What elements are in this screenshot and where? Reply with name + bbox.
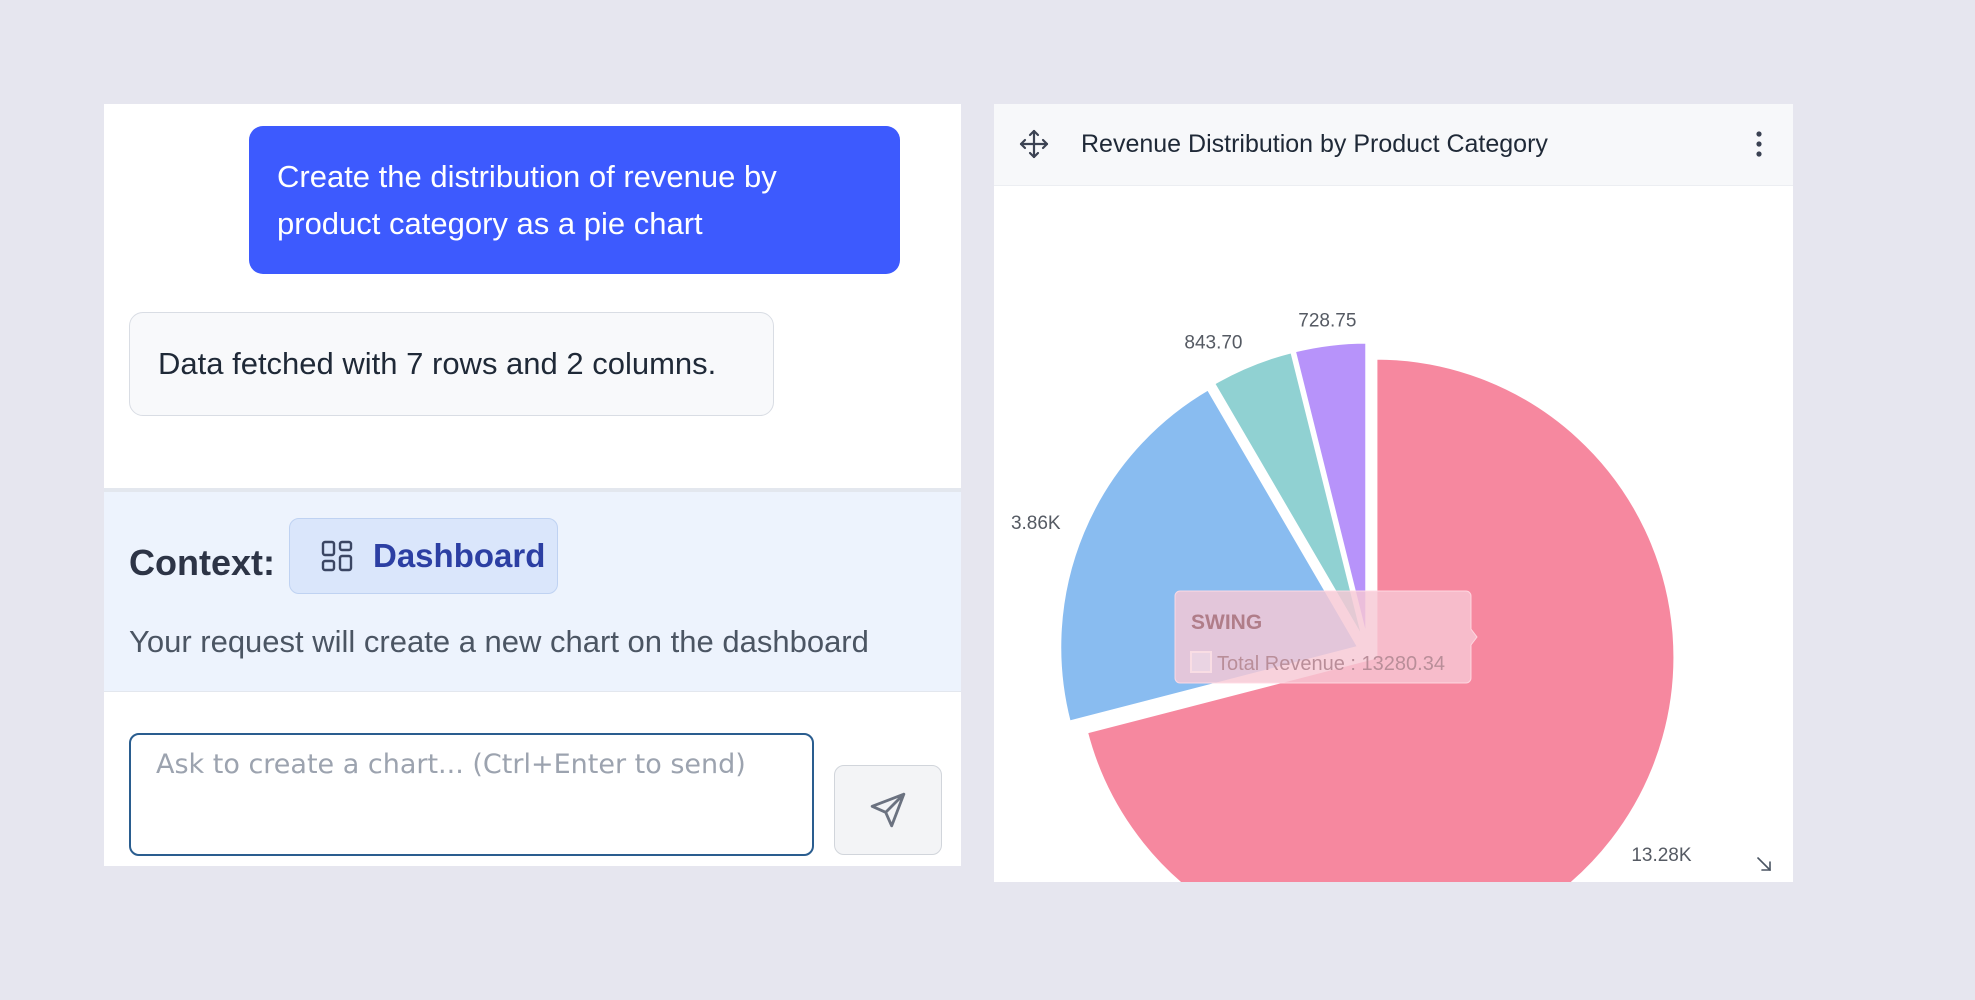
user-message: Create the distribution of revenue by pr… (249, 126, 900, 274)
tooltip-value: Total Revenue : 13280.34 (1217, 653, 1445, 675)
chart-tooltip: SWING Total Revenue : 13280.34 (1174, 590, 1478, 684)
dashboard-icon (321, 540, 353, 572)
chart-title: Revenue Distribution by Product Category (1081, 130, 1548, 158)
resize-icon[interactable] (1756, 856, 1772, 872)
context-label: Context: (129, 542, 275, 583)
pie-data-label-0: 13.28K (1631, 845, 1692, 866)
pie-data-label-3: 728.75 (1298, 310, 1356, 331)
kebab-menu-icon[interactable] (1749, 124, 1769, 164)
chat-panel: Create the distribution of revenue by pr… (104, 104, 961, 866)
tooltip-category: SWING (1191, 611, 1262, 634)
pie-chart: 13.28K 3.86K 843.70 728.75 SWING Total Revenu… (1011, 310, 1692, 882)
chat-input[interactable] (129, 733, 814, 856)
pie-data-label-2: 843.70 (1184, 333, 1242, 354)
assistant-message: Data fetched with 7 rows and 2 columns. (129, 312, 774, 416)
context-description: Your request will create a new chart on … (129, 624, 869, 659)
tooltip-swatch (1190, 651, 1212, 673)
pie-data-label-1: 3.86K (1011, 513, 1061, 534)
send-icon (870, 792, 906, 828)
context-chip-dashboard[interactable]: Dashboard (289, 518, 558, 594)
send-button[interactable] (834, 765, 942, 855)
input-area (104, 691, 961, 866)
move-icon[interactable] (1018, 128, 1050, 160)
context-chip-label: Dashboard (373, 537, 546, 574)
chart-card: Revenue Distribution by Product Category… (994, 104, 1793, 882)
chart-header: Revenue Distribution by Product Category (994, 104, 1793, 186)
